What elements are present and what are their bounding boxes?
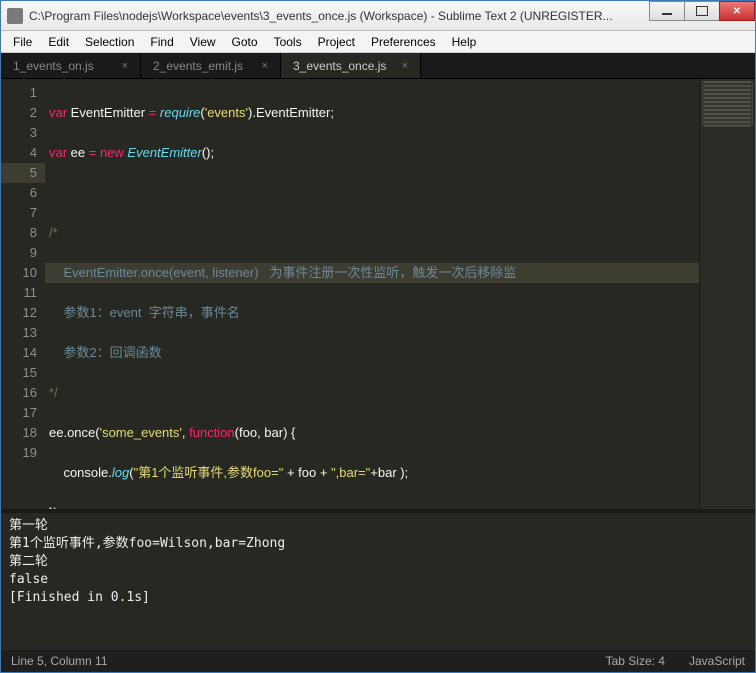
code-line: EventEmitter.once(event, listener) 为事件注册… [45,263,699,283]
line-gutter: 12345678910111213141516171819 [1,79,45,509]
menu-bar: File Edit Selection Find View Goto Tools… [1,31,755,53]
window-controls [650,1,755,30]
menu-file[interactable]: File [5,33,40,51]
minimap[interactable] [699,79,755,509]
tab-bar: 1_events_on.js × 2_events_emit.js × 3_ev… [1,53,755,79]
status-bar: Line 5, Column 11 Tab Size: 4 JavaScript [1,650,755,672]
build-output-panel[interactable]: 第一轮 第1个监听事件,参数foo=Wilson,bar=Zhong 第二轮 f… [1,509,755,650]
menu-view[interactable]: View [182,33,224,51]
status-syntax[interactable]: JavaScript [689,654,745,668]
code-line: ee.once('some_events', function(foo, bar… [45,423,699,443]
menu-project[interactable]: Project [310,33,363,51]
code-line: var ee = new EventEmitter(); [45,143,699,163]
menu-goto[interactable]: Goto [224,33,266,51]
menu-find[interactable]: Find [142,33,181,51]
menu-preferences[interactable]: Preferences [363,33,444,51]
tab-2-events-emit[interactable]: 2_events_emit.js × [141,53,281,78]
window-title: C:\Program Files\nodejs\Workspace\events… [29,9,650,23]
menu-selection[interactable]: Selection [77,33,142,51]
code-line: 参数1：event 字符串，事件名 [45,303,699,323]
code-line: 参数2：回调函数 [45,343,699,363]
menu-tools[interactable]: Tools [266,33,310,51]
close-button[interactable] [719,1,755,21]
window-titlebar: C:\Program Files\nodejs\Workspace\events… [1,1,755,31]
tab-1-events-on[interactable]: 1_events_on.js × [1,53,141,78]
tab-label: 1_events_on.js [13,59,94,73]
code-line: var EventEmitter = require('events').Eve… [45,103,699,123]
code-line: */ [45,383,699,403]
app-icon [7,8,23,24]
code-line [45,183,699,203]
tab-label: 3_events_once.js [293,59,386,73]
close-icon[interactable]: × [122,60,128,72]
code-area[interactable]: var EventEmitter = require('events').Eve… [45,79,699,509]
minimize-button[interactable] [649,1,685,21]
menu-edit[interactable]: Edit [40,33,77,51]
code-line: /* [45,223,699,243]
close-icon[interactable]: × [402,60,408,72]
code-line: console.log("第1个监听事件,参数foo=" + foo + ",b… [45,463,699,483]
code-line: }); [45,503,699,509]
status-tab-size[interactable]: Tab Size: 4 [606,654,665,668]
menu-help[interactable]: Help [444,33,485,51]
maximize-button[interactable] [684,1,720,21]
status-cursor-position[interactable]: Line 5, Column 11 [11,654,108,668]
tab-3-events-once[interactable]: 3_events_once.js × [281,53,421,78]
close-icon[interactable]: × [262,60,268,72]
tab-label: 2_events_emit.js [153,59,243,73]
editor: 12345678910111213141516171819 var EventE… [1,79,755,509]
